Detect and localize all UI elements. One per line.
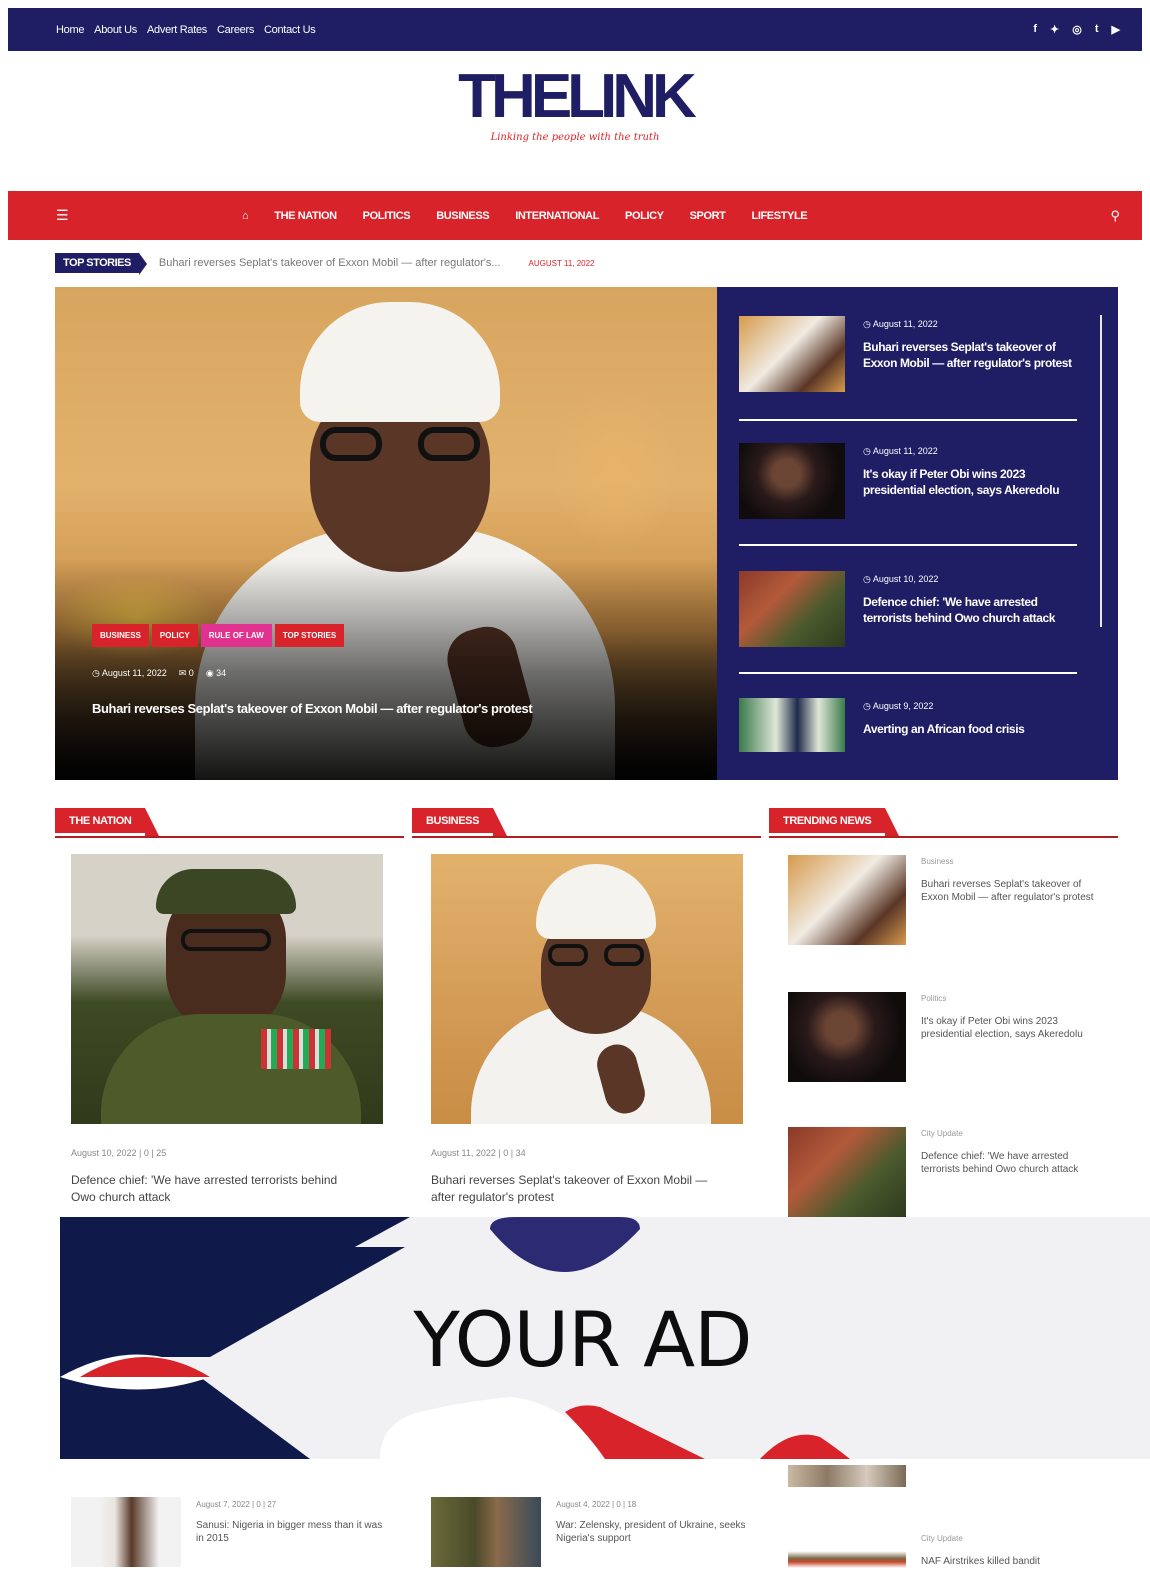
article-meta: August 4, 2022 | 0 | 18 [556, 1500, 637, 1509]
trending-category[interactable]: City Update [921, 1129, 1096, 1138]
trending-title[interactable]: NAF Airstrikes killed bandit [921, 1555, 1096, 1568]
side-story[interactable]: ◷ August 11, 2022 Buhari reverses Seplat… [739, 316, 1077, 392]
nav-item-business[interactable]: BUSINESS [436, 210, 489, 222]
article-meta: August 11, 2022 | 0 | 34 [431, 1148, 526, 1158]
trending-title[interactable]: It's okay if Peter Obi wins 2023 preside… [921, 1015, 1096, 1041]
ticker-date: AUGUST 11, 2022 [528, 258, 595, 268]
article-card[interactable]: August 11, 2022 | 0 | 34 Buhari reverses… [431, 854, 743, 1206]
story-date: ◷ August 11, 2022 [863, 446, 938, 456]
trending-item[interactable]: Politics It's okay if Peter Obi wins 202… [788, 992, 1118, 1082]
article-image [71, 854, 383, 1124]
top-bar: Home About Us Advert Rates Careers Conta… [8, 8, 1142, 51]
scrollbar[interactable] [1100, 315, 1102, 627]
article-list-item[interactable]: August 4, 2022 | 0 | 18 War: Zelensky, p… [431, 1497, 746, 1567]
side-story[interactable]: ◷ August 10, 2022 Defence chief: 'We hav… [739, 571, 1077, 647]
eye-icon: ◉ 34 [205, 668, 227, 678]
top-links: Home About Us Advert Rates Careers Conta… [56, 24, 316, 36]
top-link-advert-rates[interactable]: Advert Rates [147, 24, 207, 36]
trending-category[interactable]: City Update [921, 1534, 1096, 1543]
story-thumbnail [739, 316, 845, 392]
comment-icon: ✉ 0 [178, 668, 194, 678]
nav-item-international[interactable]: INTERNATIONAL [515, 210, 599, 222]
article-meta: August 10, 2022 | 0 | 25 [71, 1148, 167, 1158]
facebook-icon[interactable]: f [1033, 23, 1037, 36]
section-heading-business: BUSINESS [412, 808, 761, 838]
article-list-item[interactable]: August 7, 2022 | 0 | 27 Sanusi: Nigeria … [71, 1497, 386, 1567]
story-date: ◷ August 11, 2022 [863, 319, 938, 329]
top-link-contact[interactable]: Contact Us [264, 24, 316, 36]
side-story[interactable]: ◷ August 9, 2022 Averting an African foo… [739, 698, 1077, 752]
logo-wordmark: THELINK [458, 62, 697, 131]
main-nav: ☰ ⌂ THE NATION POLITICS BUSINESS INTERNA… [8, 191, 1142, 240]
nav-item-the-nation[interactable]: THE NATION [274, 210, 337, 222]
article-title[interactable]: Buhari reverses Seplat's takeover of Exx… [431, 1172, 721, 1206]
tag-policy[interactable]: POLICY [151, 624, 198, 647]
search-icon[interactable]: ⚲ [1110, 208, 1120, 224]
side-story[interactable]: ◷ August 11, 2022 It's okay if Peter Obi… [739, 443, 1077, 519]
trending-thumbnail[interactable] [788, 1465, 906, 1487]
trending-thumbnail [788, 992, 906, 1082]
youtube-icon[interactable]: ▶ [1112, 23, 1120, 36]
hero-story[interactable]: BUSINESS POLICY RULE OF LAW TOP STORIES … [55, 287, 717, 780]
trending-category[interactable]: Politics [921, 994, 1096, 1003]
top-stories-ticker: TOP STORIES Buhari reverses Seplat's tak… [55, 252, 595, 275]
trending-item[interactable]: Business Buhari reverses Seplat's takeov… [788, 855, 1118, 945]
article-title[interactable]: War: Zelensky, president of Ukraine, see… [556, 1519, 746, 1545]
hero-tags: BUSINESS POLICY RULE OF LAW TOP STORIES [92, 624, 345, 647]
section-heading-trending-news: TRENDING NEWS [769, 808, 1118, 838]
article-image [431, 854, 743, 1124]
section-heading-the-nation: THE NATION [55, 808, 404, 838]
ticker-label: TOP STORIES [55, 253, 147, 275]
story-thumbnail [739, 571, 845, 647]
social-links: f ✦ ◎ t ▶ [1033, 23, 1120, 36]
top-link-about[interactable]: About Us [94, 24, 137, 36]
story-title[interactable]: It's okay if Peter Obi wins 2023 preside… [863, 466, 1077, 498]
nav-item-lifestyle[interactable]: LIFESTYLE [752, 210, 808, 222]
instagram-icon[interactable]: ◎ [1072, 23, 1082, 36]
ticker-headline[interactable]: Buhari reverses Seplat's takeover of Exx… [159, 257, 501, 269]
article-title[interactable]: Sanusi: Nigeria in bigger mess than it w… [196, 1519, 386, 1545]
hero-meta: ◷ August 11, 2022 ✉ 0 ◉ 34 [92, 668, 226, 679]
menu-icon[interactable]: ☰ [56, 207, 242, 224]
trending-thumbnail [788, 1532, 906, 1580]
tag-rule-of-law[interactable]: RULE OF LAW [200, 624, 272, 647]
logo-tagline: Linking the people with the truth [490, 132, 660, 143]
trending-category[interactable]: Business [921, 857, 1096, 866]
story-thumbnail [739, 698, 845, 752]
ad-text: YOUR AD [413, 1295, 752, 1384]
story-title[interactable]: Buhari reverses Seplat's takeover of Exx… [863, 339, 1077, 371]
story-date: ◷ August 9, 2022 [863, 701, 934, 711]
top-link-home[interactable]: Home [56, 24, 84, 36]
top-link-careers[interactable]: Careers [217, 24, 254, 36]
twitter-icon[interactable]: ✦ [1050, 23, 1059, 36]
trending-title[interactable]: Defence chief: 'We have arrested terrori… [921, 1150, 1096, 1176]
article-title[interactable]: Defence chief: 'We have arrested terrori… [71, 1172, 361, 1206]
site-logo[interactable]: THELINK Linking the people with the trut… [0, 62, 1150, 144]
trending-thumbnail [788, 1127, 906, 1217]
story-date: ◷ August 10, 2022 [863, 574, 939, 584]
trending-thumbnail [788, 855, 906, 945]
hero-title[interactable]: Buhari reverses Seplat's takeover of Exx… [92, 701, 533, 716]
advertisement-banner[interactable]: YOUR AD [60, 1217, 1150, 1459]
nav-item-sport[interactable]: SPORT [690, 210, 726, 222]
nav-item-politics[interactable]: POLITICS [363, 210, 411, 222]
article-meta: August 7, 2022 | 0 | 27 [196, 1500, 277, 1509]
home-icon[interactable]: ⌂ [242, 210, 249, 222]
story-title[interactable]: Averting an African food crisis [863, 721, 1025, 737]
clock-icon: ◷ August 11, 2022 [92, 668, 167, 678]
article-thumbnail [431, 1497, 541, 1567]
tag-business[interactable]: BUSINESS [92, 624, 149, 647]
trending-item[interactable]: City Update Defence chief: 'We have arre… [788, 1127, 1118, 1217]
tag-top-stories[interactable]: TOP STORIES [274, 624, 345, 647]
tumblr-icon[interactable]: t [1095, 23, 1099, 36]
story-title[interactable]: Defence chief: 'We have arrested terrori… [863, 594, 1077, 626]
trending-item[interactable]: City Update NAF Airstrikes killed bandit [788, 1532, 1118, 1580]
nav-item-policy[interactable]: POLICY [625, 210, 664, 222]
article-thumbnail [71, 1497, 181, 1567]
trending-title[interactable]: Buhari reverses Seplat's takeover of Exx… [921, 878, 1096, 904]
top-stories-list: ◷ August 11, 2022 Buhari reverses Seplat… [717, 287, 1118, 780]
article-card[interactable]: August 10, 2022 | 0 | 25 Defence chief: … [71, 854, 383, 1206]
story-thumbnail [739, 443, 845, 519]
